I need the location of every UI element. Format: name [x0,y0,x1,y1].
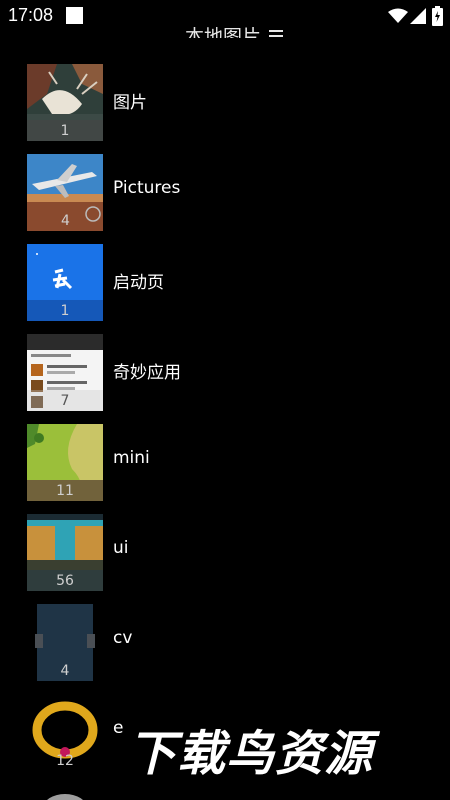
album-thumbnail: 4 [27,604,103,681]
album-count: 11 [27,480,103,501]
album-item[interactable]: 1 图片 [0,64,450,141]
album-name: e [113,718,124,738]
album-count: 56 [27,570,103,591]
album-name: mini [113,448,150,468]
menu-icon[interactable] [269,29,284,39]
album-name: ui [113,538,129,558]
album-item[interactable]: 1 启动页 [0,244,450,321]
album-count: 1 [27,300,103,321]
page-title-bar: 本地图片 [0,20,450,38]
album-item[interactable]: 4 cv [0,604,450,681]
page-title: 本地图片 [185,26,262,38]
album-thumbnail: 56 [27,514,103,591]
album-name: cv [113,628,133,648]
album-thumbnail: 12 [27,694,103,771]
album-item[interactable]: 11 mini [0,424,450,501]
album-item[interactable]: 56 ui [0,514,450,591]
watermark: 下载鸟资源 [128,726,374,782]
album-thumbnail: 4 [27,154,103,231]
album-thumbnail: 11 [27,424,103,501]
album-name: Pictures [113,178,181,198]
album-count: 12 [56,752,74,769]
album-name: 启动页 [113,273,164,293]
album-name: 图片 [113,93,147,113]
album-thumbnail: 1 [27,64,103,141]
album-thumbnail: 1 [27,244,103,321]
album-item-partial[interactable] [0,784,450,800]
album-thumbnail: 7 [27,334,103,411]
album-count: 4 [60,662,70,679]
album-name: 奇妙应用 [113,363,181,383]
album-count: 1 [27,120,103,141]
album-count: 4 [61,212,70,229]
album-thumbnail [27,784,103,800]
album-item[interactable]: 4 Pictures [0,154,450,231]
album-count: 7 [27,390,103,411]
album-item[interactable]: 7 奇妙应用 [0,334,450,411]
